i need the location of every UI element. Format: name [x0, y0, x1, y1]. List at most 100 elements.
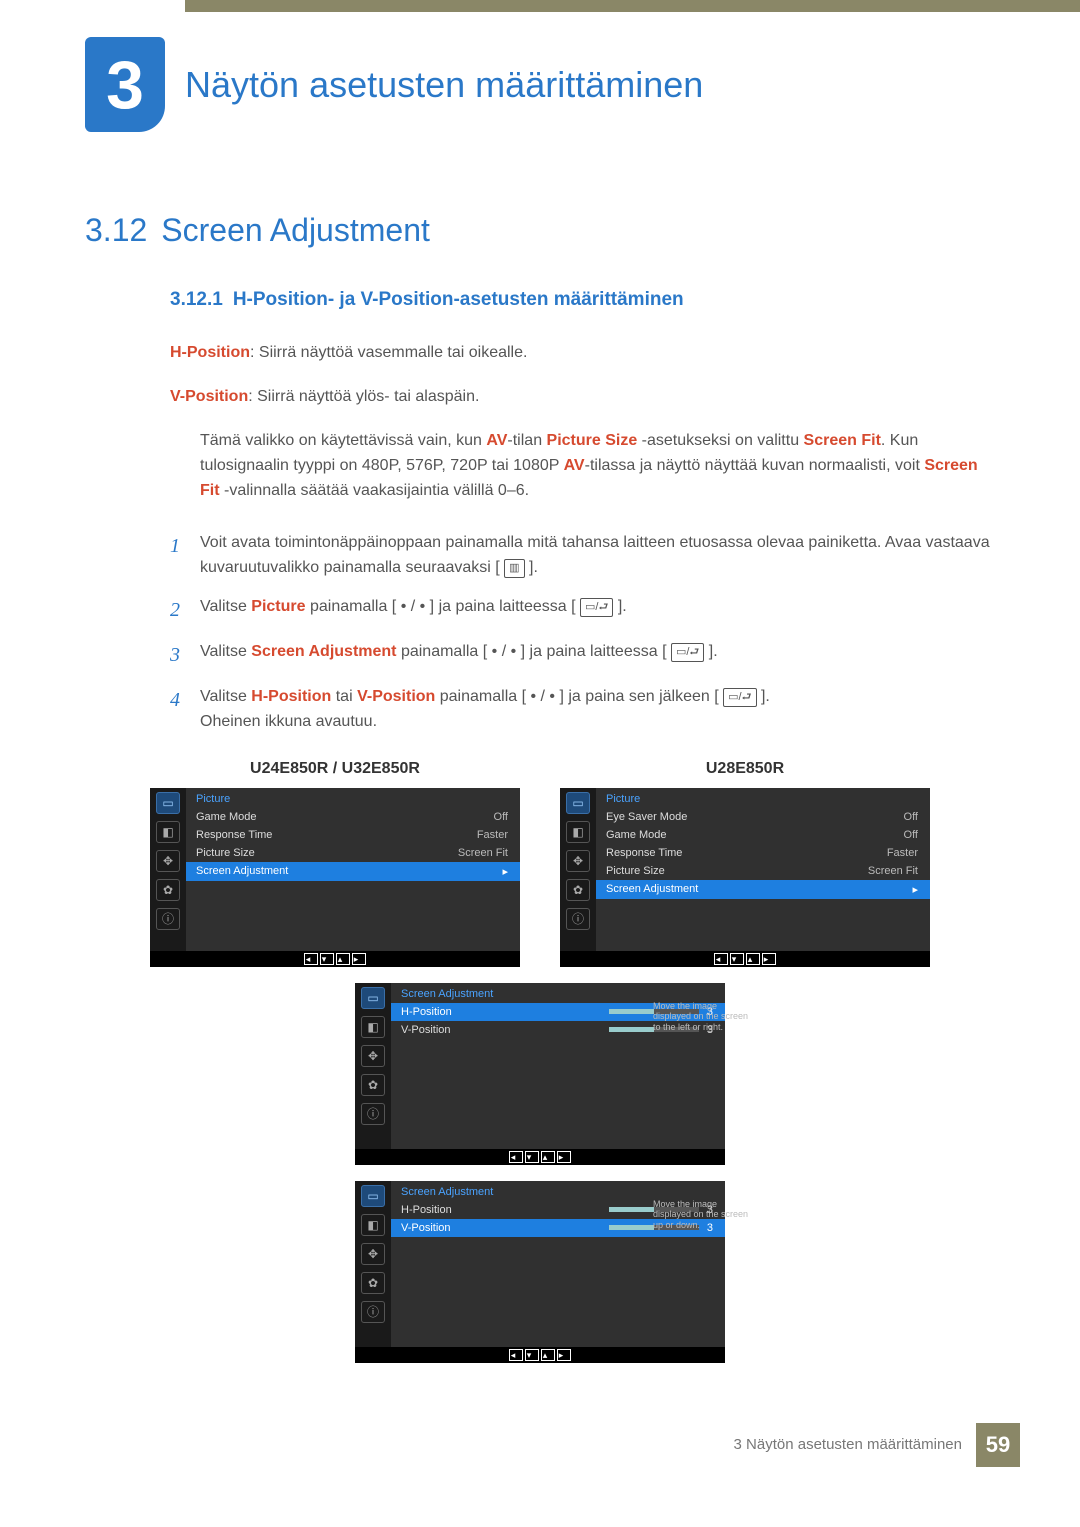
- monitor-icon: ▭: [361, 987, 385, 1009]
- nav-up-icon: ▴: [541, 1151, 555, 1163]
- osd-column-left: U24E850R / U32E850R ▭ ◧ ✥ ✿ ⓘ Picture Ga…: [150, 760, 520, 967]
- osd-nav-buttons: ◂▾▴▸: [355, 1347, 725, 1363]
- enter-icon: ▭/⮐: [671, 643, 704, 662]
- nav-up-icon: ▴: [746, 953, 760, 965]
- osd-menu-d: ▭ ◧ ✥ ✿ ⓘ Screen Adjustment H-Position 3…: [355, 1181, 725, 1363]
- hposition-definition: H-Position: Siirrä näyttöä vasemmalle ta…: [170, 341, 990, 365]
- monitor-icon: ▭: [156, 792, 180, 814]
- page-footer: 3 Näytön asetusten määrittäminen 59: [0, 1423, 1080, 1467]
- step-text: Voit avata toimintonäppäinoppaan painama…: [200, 531, 990, 581]
- arrows-icon: ✥: [156, 850, 180, 872]
- chapter-number-badge: 3: [85, 37, 165, 132]
- osd-tooltip: Move the image displayed on the screen t…: [653, 1001, 753, 1033]
- osd-row-game-mode: Game ModeOff: [186, 808, 520, 826]
- step-text: Valitse Screen Adjustment painamalla [ •…: [200, 640, 718, 671]
- osd-title: Screen Adjustment: [391, 1181, 725, 1201]
- osd-c-wrap: ▭ ◧ ✥ ✿ ⓘ Screen Adjustment H-Position 3…: [355, 983, 725, 1165]
- chapter-title: Näytön asetusten määrittäminen: [185, 64, 703, 106]
- chapter-header: 3 Näytön asetusten määrittäminen: [85, 37, 1080, 132]
- pip-icon: ◧: [156, 821, 180, 843]
- osd-row-screen-adjustment: Screen Adjustment: [186, 862, 520, 881]
- step-2: 2 Valitse Picture painamalla [ • / • ] j…: [170, 595, 990, 626]
- monitor-icon: ▭: [361, 1185, 385, 1207]
- nav-left-icon: ◂: [509, 1349, 523, 1361]
- top-stripe: [185, 0, 1080, 12]
- nav-up-icon: ▴: [541, 1349, 555, 1361]
- chevron-right-icon: [912, 883, 918, 896]
- info-note: Tämä valikko on käytettävissä vain, kun …: [200, 429, 990, 503]
- nav-down-icon: ▾: [525, 1151, 539, 1163]
- osd-d-wrap: ▭ ◧ ✥ ✿ ⓘ Screen Adjustment H-Position 3…: [355, 1181, 725, 1363]
- osd-sidebar: ▭ ◧ ✥ ✿ ⓘ: [150, 788, 186, 951]
- osd-row-response-time: Response TimeFaster: [596, 844, 930, 862]
- info-text: -tilan: [507, 432, 546, 449]
- chevron-right-icon: [502, 865, 508, 878]
- step-4: 4 Valitse H-Position tai V-Position pain…: [170, 685, 990, 735]
- info-icon: ⓘ: [361, 1301, 385, 1323]
- nav-left-icon: ◂: [304, 953, 318, 965]
- nav-down-icon: ▾: [525, 1349, 539, 1361]
- info-text: -valinnalla säätää vaakasijaintia välill…: [220, 482, 530, 499]
- osd-title: Picture: [596, 788, 930, 808]
- osd-row-eye-saver: Eye Saver ModeOff: [596, 808, 930, 826]
- menu-icon: ▥: [504, 559, 524, 578]
- pip-icon: ◧: [361, 1214, 385, 1236]
- osd-sidebar: ▭ ◧ ✥ ✿ ⓘ: [560, 788, 596, 951]
- osd-sidebar: ▭ ◧ ✥ ✿ ⓘ: [355, 1181, 391, 1347]
- gear-icon: ✿: [156, 879, 180, 901]
- model-columns: U24E850R / U32E850R ▭ ◧ ✥ ✿ ⓘ Picture Ga…: [0, 760, 1080, 967]
- subsection-number: 3.12.1: [170, 289, 223, 310]
- osd-menu-c: ▭ ◧ ✥ ✿ ⓘ Screen Adjustment H-Position 3…: [355, 983, 725, 1165]
- info-icon: ⓘ: [361, 1103, 385, 1125]
- osd-row-picture-size: Picture SizeScreen Fit: [186, 844, 520, 862]
- step-number: 1: [170, 531, 200, 581]
- hposition-text: : Siirrä näyttöä vasemmalle tai oikealle…: [250, 344, 527, 361]
- enter-icon: ▭/⮐: [723, 688, 756, 707]
- osd-menu-b: ▭ ◧ ✥ ✿ ⓘ Picture Eye Saver ModeOff Game…: [560, 788, 930, 967]
- gear-icon: ✿: [361, 1074, 385, 1096]
- vposition-definition: V-Position: Siirrä näyttöä ylös- tai ala…: [170, 385, 990, 409]
- nav-up-icon: ▴: [336, 953, 350, 965]
- nav-down-icon: ▾: [730, 953, 744, 965]
- section-number: 3.12: [85, 212, 147, 248]
- nav-right-icon: ▸: [557, 1349, 571, 1361]
- section-title-text: Screen Adjustment: [161, 212, 430, 248]
- gear-icon: ✿: [566, 879, 590, 901]
- vposition-label: V-Position: [170, 388, 248, 405]
- step-list: 1 Voit avata toimintonäppäinoppaan paina…: [170, 531, 990, 734]
- osd-nav-buttons: ◂▾▴▸: [560, 951, 930, 967]
- osd-nav-buttons: ◂▾▴▸: [355, 1149, 725, 1165]
- section-heading: 3.12 Screen Adjustment: [85, 212, 1080, 249]
- pip-icon: ◧: [566, 821, 590, 843]
- model-label-right: U28E850R: [560, 760, 930, 778]
- arrows-icon: ✥: [361, 1045, 385, 1067]
- subsection-title-text: H-Position- ja V-Position-asetusten määr…: [233, 289, 684, 310]
- hposition-label: H-Position: [170, 344, 250, 361]
- osd-title: Picture: [186, 788, 520, 808]
- nav-right-icon: ▸: [352, 953, 366, 965]
- footer-chapter-text: 3 Näytön asetusten määrittäminen: [734, 1436, 962, 1453]
- info-picturesize: Picture Size: [547, 432, 638, 449]
- step-3: 3 Valitse Screen Adjustment painamalla […: [170, 640, 990, 671]
- osd-row-game-mode: Game ModeOff: [596, 826, 930, 844]
- gear-icon: ✿: [361, 1272, 385, 1294]
- model-label-left: U24E850R / U32E850R: [150, 760, 520, 778]
- nav-left-icon: ◂: [509, 1151, 523, 1163]
- nav-left-icon: ◂: [714, 953, 728, 965]
- pip-icon: ◧: [361, 1016, 385, 1038]
- info-icon: ⓘ: [156, 908, 180, 930]
- nav-right-icon: ▸: [557, 1151, 571, 1163]
- osd-column-right: U28E850R ▭ ◧ ✥ ✿ ⓘ Picture Eye Saver Mod…: [560, 760, 930, 967]
- step-number: 3: [170, 640, 200, 671]
- info-text: Tämä valikko on käytettävissä vain, kun: [200, 432, 486, 449]
- step-number: 4: [170, 685, 200, 735]
- info-icon: ⓘ: [566, 908, 590, 930]
- vposition-text: : Siirrä näyttöä ylös- tai alaspäin.: [248, 388, 479, 405]
- enter-icon: ▭/⮐: [580, 598, 613, 617]
- step-text: Valitse H-Position tai V-Position painam…: [200, 685, 770, 735]
- osd-title: Screen Adjustment: [391, 983, 725, 1003]
- nav-down-icon: ▾: [320, 953, 334, 965]
- nav-right-icon: ▸: [762, 953, 776, 965]
- info-screenfit: Screen Fit: [804, 432, 881, 449]
- step-1: 1 Voit avata toimintonäppäinoppaan paina…: [170, 531, 990, 581]
